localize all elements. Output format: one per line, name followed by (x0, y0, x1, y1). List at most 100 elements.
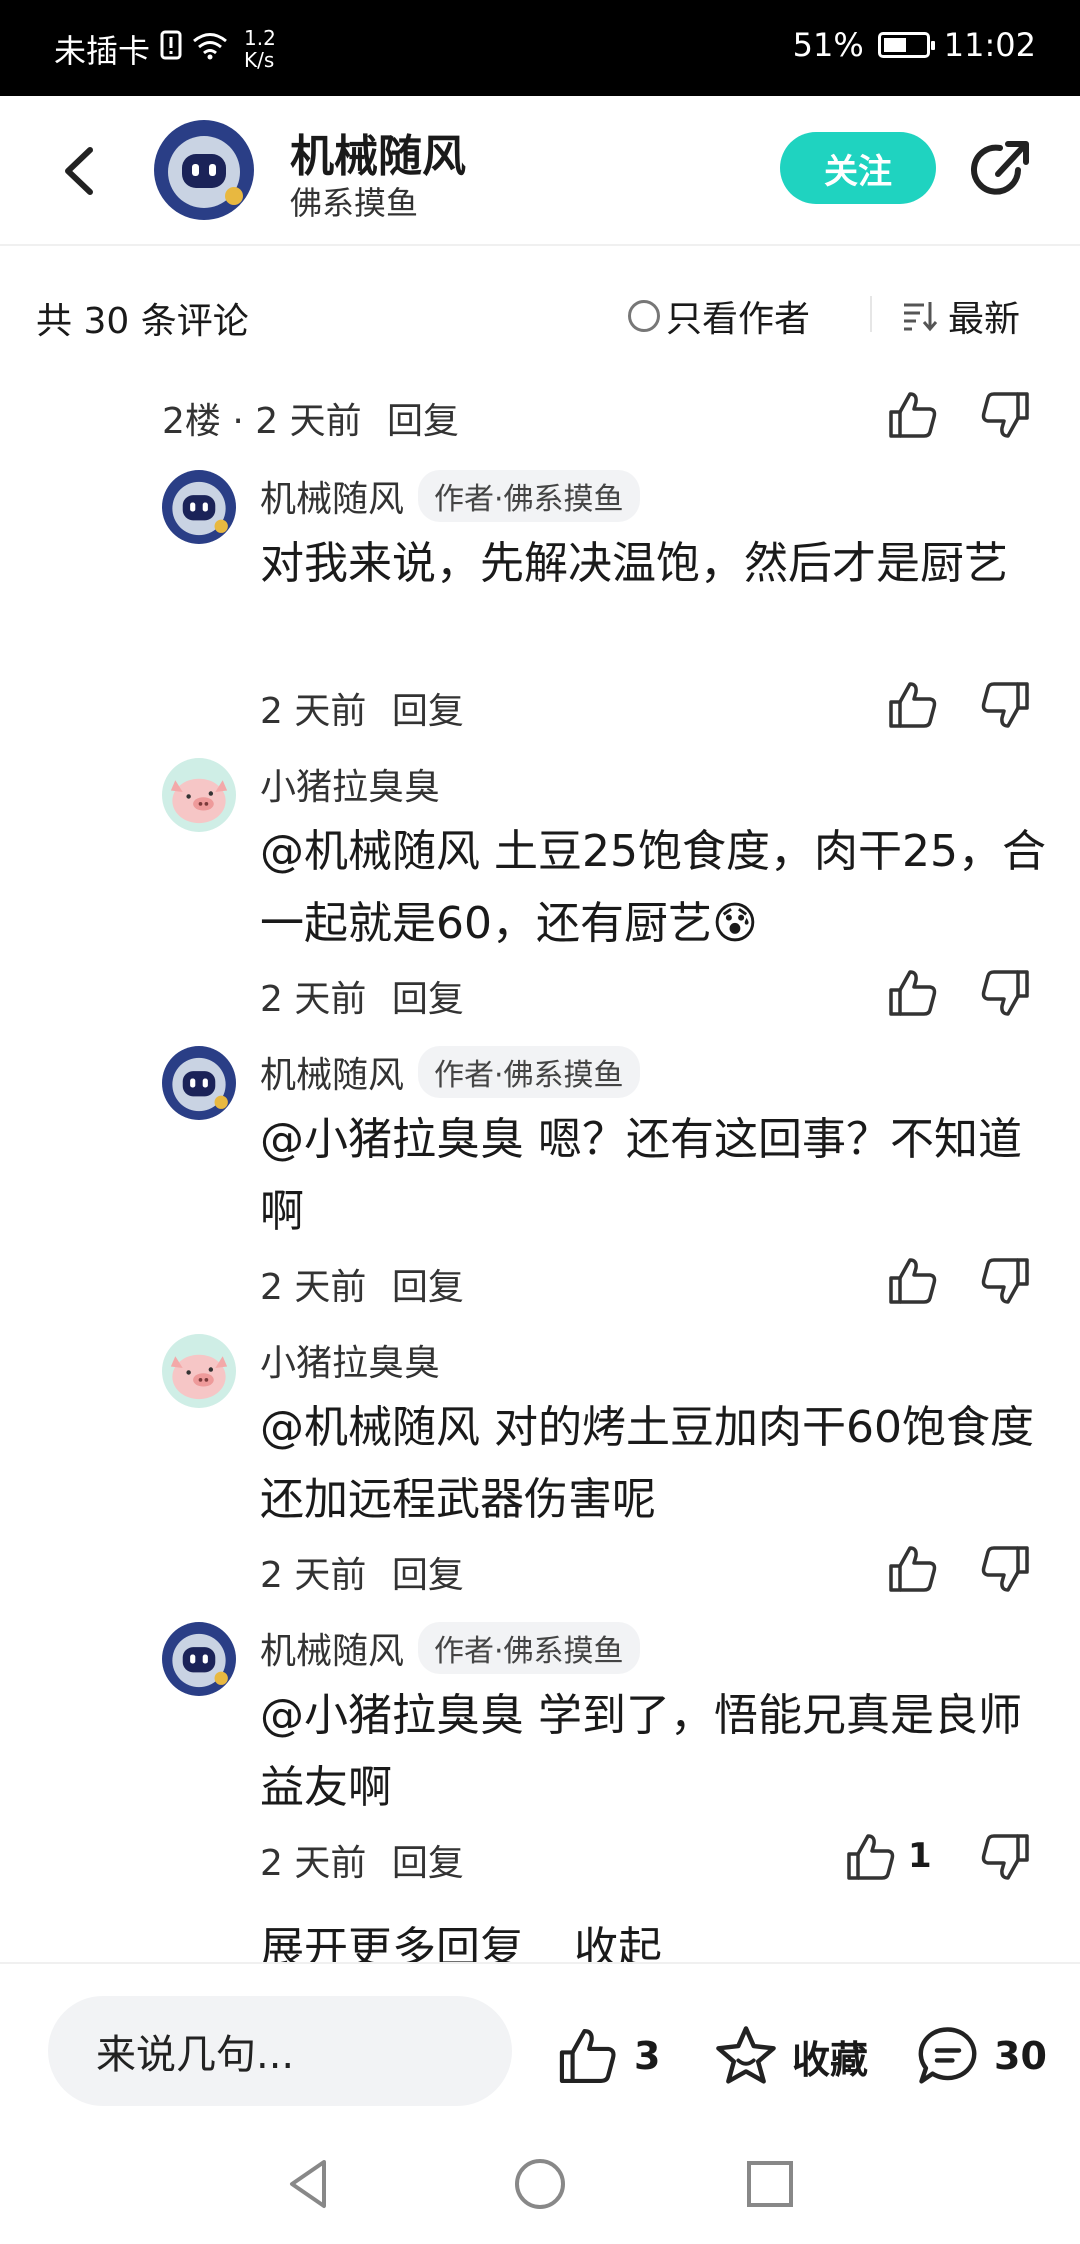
like-button[interactable] (886, 1254, 940, 1308)
like-button[interactable] (886, 966, 940, 1020)
dislike-button[interactable] (978, 388, 1032, 442)
battery-icon (877, 32, 935, 58)
thumb-down-icon (981, 970, 1029, 1016)
author-tag: 作者·佛系摸鱼 (418, 1622, 640, 1674)
floor-meta: 2楼 · 2 天前 回复 (162, 392, 459, 444)
network-speed: 1.2 K/s (244, 27, 276, 71)
dislike-button[interactable] (978, 1830, 1032, 1884)
author-name: 机械随风 (260, 479, 405, 520)
reply-author[interactable]: 机械随风 作者·佛系摸鱼 (260, 1622, 640, 1674)
reply-link[interactable]: 回复 (392, 691, 464, 732)
follow-button[interactable]: 关注 (780, 132, 936, 204)
avatar[interactable] (162, 470, 236, 544)
reply-time: 2 天前 (260, 691, 367, 732)
back-button[interactable] (52, 136, 112, 206)
reply-link[interactable]: 回复 (392, 1555, 464, 1596)
author-name: 机械随风 (260, 1055, 405, 1096)
share-button[interactable] (966, 136, 1034, 204)
sort-icon (904, 302, 938, 332)
reply-link[interactable]: 回复 (387, 401, 459, 442)
comment-input[interactable]: 来说几句... (48, 1996, 512, 2106)
comment-toolbar: 共 30 条评论 只看作者 最新 (0, 250, 1080, 378)
thumb-up-icon (847, 1834, 895, 1880)
thumb-up-icon (889, 1546, 937, 1592)
author-name: 机械随风 (260, 1631, 405, 1672)
reply-time: 2 天前 (260, 1555, 367, 1596)
thumb-down-icon (981, 1834, 1029, 1880)
back-arrow-icon (65, 147, 93, 195)
wifi-icon (192, 30, 228, 68)
dislike-button[interactable] (978, 1254, 1032, 1308)
dislike-button[interactable] (978, 966, 1032, 1020)
favorite-button[interactable]: 收藏 (712, 2024, 868, 2088)
like-count: 1 (908, 1836, 932, 1876)
thumb-up-icon (889, 682, 937, 728)
like-button[interactable] (886, 1542, 940, 1596)
clock: 11:02 (943, 26, 1036, 64)
nav-recents-button[interactable] (742, 2156, 798, 2212)
speed-unit: K/s (244, 48, 275, 72)
circle-home-icon (515, 2159, 565, 2209)
reply-text: @机械随风 土豆25饱食度，肉干25，合一起就是60，还有厨艺😰 (260, 826, 1046, 949)
thumb-up-icon (889, 392, 937, 438)
avatar[interactable] (162, 1334, 236, 1408)
sort-button[interactable]: 最新 (902, 290, 1020, 342)
share-icon (971, 141, 1029, 195)
author-avatar[interactable] (154, 120, 254, 220)
like-button[interactable] (844, 1830, 898, 1884)
reply-author[interactable]: 机械随风 作者·佛系摸鱼 (260, 470, 640, 522)
reply-meta: 2 天前 回复 (260, 970, 464, 1022)
reply-text: 对我来说，先解决温饱，然后才是厨艺 (260, 538, 1008, 589)
author-tag: 作者·佛系摸鱼 (418, 1046, 640, 1098)
comments-button[interactable]: 30 (914, 2024, 1047, 2088)
thumb-down-icon (981, 1546, 1029, 1592)
triangle-back-icon (290, 2160, 326, 2208)
carrier-label: 未插卡 (54, 32, 151, 70)
nav-back-button[interactable] (280, 2156, 336, 2212)
reply-author[interactable]: 小猪拉臭臭 (260, 758, 440, 810)
author-tag: 作者·佛系摸鱼 (418, 470, 640, 522)
avatar[interactable] (162, 1046, 236, 1120)
sim-alert-icon (160, 30, 182, 68)
reply-link[interactable]: 回复 (392, 1843, 464, 1884)
reply-time: 2 天前 (260, 1267, 367, 1308)
like-button[interactable] (886, 388, 940, 442)
dislike-button[interactable] (978, 678, 1032, 732)
comment-count: 共 30 条评论 (36, 301, 249, 342)
author-name: 小猪拉臭臭 (260, 767, 441, 808)
sort-label: 最新 (948, 299, 1021, 340)
reply-meta: 2 天前 回复 (260, 1546, 464, 1598)
reply-link[interactable]: 回复 (392, 1267, 464, 1308)
like-button[interactable] (886, 678, 940, 732)
reply-text: @小猪拉臭臭 嗯？还有这回事？不知道啊 (260, 1114, 1022, 1237)
thumb-down-icon (981, 682, 1029, 728)
speed-value: 1.2 (244, 26, 276, 50)
comment-count: 30 (994, 2034, 1047, 2078)
reply-author[interactable]: 机械随风 作者·佛系摸鱼 (260, 1046, 640, 1098)
only-author-label: 只看作者 (666, 299, 811, 340)
favorite-label: 收藏 (792, 2037, 869, 2082)
author-subtitle: 佛系摸鱼 (290, 184, 419, 222)
like-count: 3 (634, 2034, 661, 2078)
author-name[interactable]: 机械随风 (290, 120, 466, 184)
reply-meta: 2 天前 回复 (260, 1834, 464, 1886)
thumb-up-icon (559, 2029, 616, 2083)
reply-time: 2 天前 (260, 979, 367, 1020)
battery-percent: 51% (792, 26, 864, 64)
reply-text: @小猪拉臭臭 学到了，悟能兄真是良师益友啊 (260, 1690, 1022, 1813)
star-icon (716, 2026, 776, 2084)
only-author-toggle[interactable]: 只看作者 (628, 290, 810, 342)
radio-icon (628, 300, 660, 332)
bottom-bar: 来说几句... 3 收藏 30 (0, 1962, 1080, 2112)
avatar[interactable] (162, 758, 236, 832)
nav-home-button[interactable] (512, 2156, 568, 2212)
system-nav-bar (0, 2110, 1080, 2244)
reply-author[interactable]: 小猪拉臭臭 (260, 1334, 440, 1386)
avatar[interactable] (162, 1622, 236, 1696)
thumb-up-icon (889, 1258, 937, 1304)
dislike-button[interactable] (978, 1542, 1032, 1596)
reply-meta: 2 天前 回复 (260, 682, 464, 734)
like-post-button[interactable]: 3 (554, 2024, 660, 2088)
thumb-up-icon (889, 970, 937, 1016)
reply-link[interactable]: 回复 (392, 979, 464, 1020)
